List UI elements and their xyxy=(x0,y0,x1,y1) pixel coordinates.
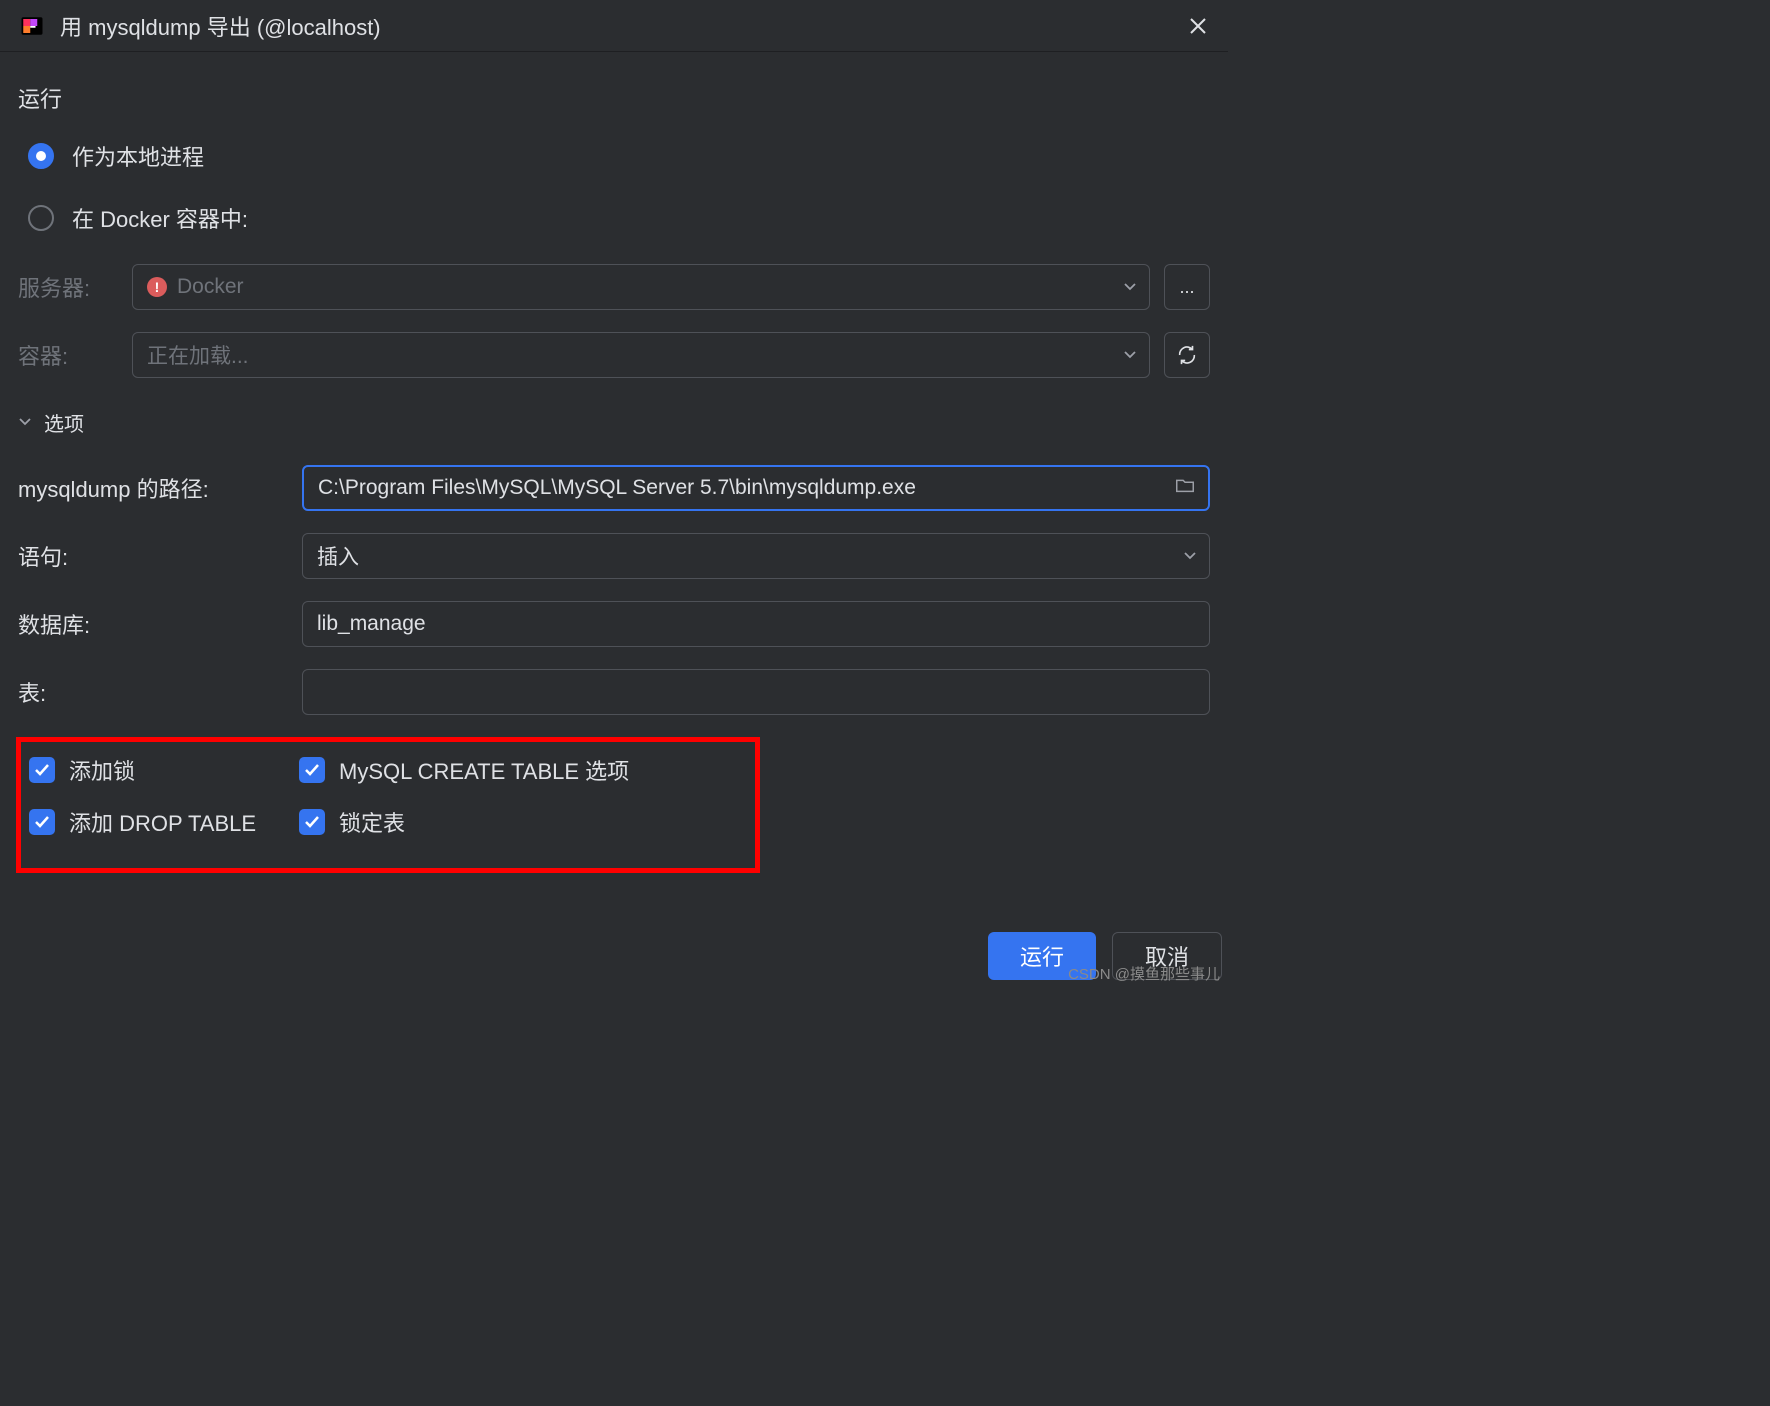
radio-docker-container[interactable]: 在 Docker 容器中: xyxy=(18,202,1210,234)
database-row: 数据库: lib_manage xyxy=(18,601,1210,647)
checkbox-label: 添加 DROP TABLE xyxy=(69,806,256,838)
checkbox-icon xyxy=(299,809,325,835)
chevron-down-icon xyxy=(18,411,32,434)
chevron-down-icon xyxy=(1123,343,1137,367)
warning-icon: ! xyxy=(147,277,167,297)
path-input[interactable]: C:\Program Files\MySQL\MySQL Server 5.7\… xyxy=(302,465,1210,511)
path-label: mysqldump 的路径: xyxy=(18,472,288,504)
refresh-icon xyxy=(1176,344,1198,366)
container-value: 正在加载... xyxy=(147,340,249,370)
container-row: 容器: 正在加载... xyxy=(18,332,1210,378)
path-value: C:\Program Files\MySQL\MySQL Server 5.7\… xyxy=(318,476,916,500)
radio-label: 在 Docker 容器中: xyxy=(72,202,248,234)
chevron-down-icon xyxy=(1183,544,1197,568)
database-label: 数据库: xyxy=(18,608,288,640)
checkbox-label: 锁定表 xyxy=(339,806,405,838)
folder-icon[interactable] xyxy=(1174,474,1196,502)
container-label: 容器: xyxy=(18,339,118,371)
statement-row: 语句: 插入 xyxy=(18,533,1210,579)
radio-label: 作为本地进程 xyxy=(72,140,204,172)
statement-value: 插入 xyxy=(317,541,359,571)
server-row: 服务器: ! Docker ... xyxy=(18,264,1210,310)
dialog-title: 用 mysqldump 导出 (@localhost) xyxy=(60,10,1186,42)
checkbox-icon xyxy=(29,757,55,783)
radio-local-process[interactable]: 作为本地进程 xyxy=(18,140,1210,172)
server-more-button[interactable]: ... xyxy=(1164,264,1210,310)
highlight-annotation: 添加锁 MySQL CREATE TABLE 选项 添加 DROP TABLE … xyxy=(16,737,760,873)
statement-label: 语句: xyxy=(18,540,288,572)
run-section-label: 运行 xyxy=(18,82,1210,114)
table-label: 表: xyxy=(18,676,288,708)
container-select[interactable]: 正在加载... xyxy=(132,332,1150,378)
export-dialog: 用 mysqldump 导出 (@localhost) 运行 作为本地进程 在 … xyxy=(0,0,1228,984)
database-value: lib_manage xyxy=(317,612,426,636)
checkbox-label: 添加锁 xyxy=(69,754,135,786)
app-logo-icon xyxy=(18,12,46,40)
checkbox-add-drop-table[interactable]: 添加 DROP TABLE xyxy=(29,806,299,838)
chevron-down-icon xyxy=(1123,275,1137,299)
server-label: 服务器: xyxy=(18,271,118,303)
options-label: 选项 xyxy=(44,408,84,437)
checkbox-grid: 添加锁 MySQL CREATE TABLE 选项 添加 DROP TABLE … xyxy=(29,754,747,838)
table-input[interactable] xyxy=(302,669,1210,715)
close-button[interactable] xyxy=(1186,14,1210,38)
close-icon xyxy=(1188,16,1208,36)
radio-icon xyxy=(28,143,54,169)
checkbox-lock-tables[interactable]: 锁定表 xyxy=(299,806,747,838)
checkbox-icon xyxy=(299,757,325,783)
run-button-label: 运行 xyxy=(1020,940,1064,972)
container-refresh-button[interactable] xyxy=(1164,332,1210,378)
checkbox-mysql-create-table[interactable]: MySQL CREATE TABLE 选项 xyxy=(299,754,747,786)
watermark: CSDN @摸鱼那些事儿 xyxy=(1068,963,1220,984)
table-row: 表: xyxy=(18,669,1210,715)
server-select[interactable]: ! Docker xyxy=(132,264,1150,310)
dialog-content: 运行 作为本地进程 在 Docker 容器中: 服务器: ! Docker ..… xyxy=(0,52,1228,873)
statement-select[interactable]: 插入 xyxy=(302,533,1210,579)
ellipsis-icon: ... xyxy=(1179,277,1194,298)
options-expander[interactable]: 选项 xyxy=(18,408,1210,437)
checkbox-icon xyxy=(29,809,55,835)
path-row: mysqldump 的路径: C:\Program Files\MySQL\My… xyxy=(18,465,1210,511)
server-value: Docker xyxy=(177,275,244,299)
checkbox-add-lock[interactable]: 添加锁 xyxy=(29,754,299,786)
radio-icon xyxy=(28,205,54,231)
database-input[interactable]: lib_manage xyxy=(302,601,1210,647)
checkbox-label: MySQL CREATE TABLE 选项 xyxy=(339,754,629,786)
titlebar: 用 mysqldump 导出 (@localhost) xyxy=(0,0,1228,52)
